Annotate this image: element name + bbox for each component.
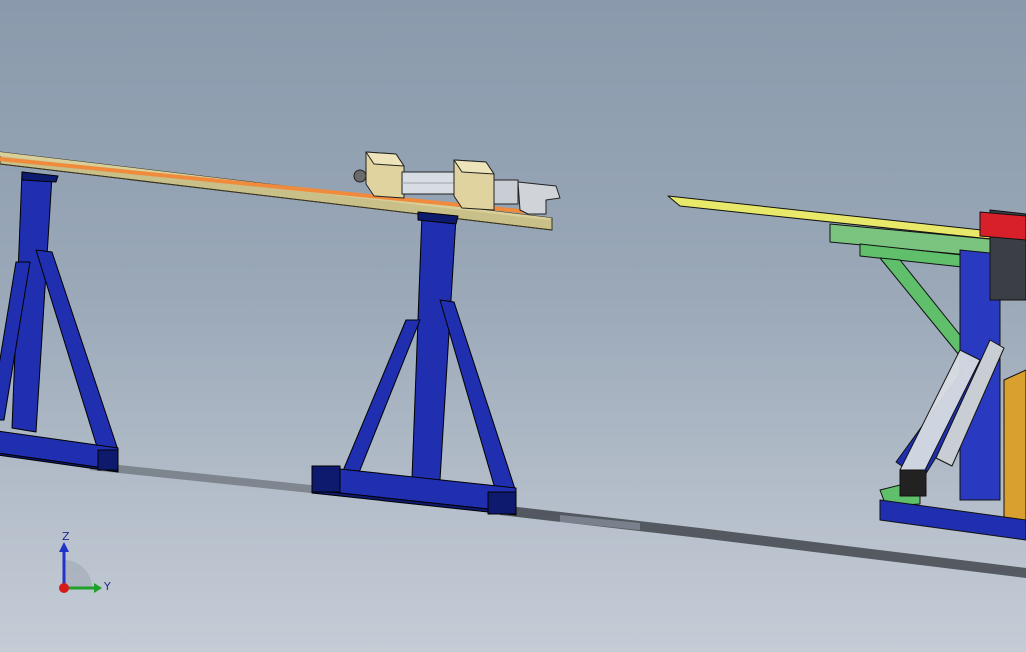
y-axis-label: Y (104, 580, 111, 593)
z-axis-arrowhead (59, 542, 69, 552)
x-axis-origin-icon (59, 583, 69, 593)
assembly-model-view[interactable] (0, 0, 1026, 652)
bending-machine-frame[interactable] (667, 195, 1026, 541)
triad-axes (59, 542, 102, 593)
graphics-viewport[interactable]: Z Y (0, 0, 1026, 652)
support-stand-middle[interactable] (311, 211, 517, 516)
z-axis-label: Z (62, 530, 70, 543)
coordinate-triad: Z Y (44, 528, 124, 608)
triad-plane-indicator (64, 560, 92, 588)
y-axis-arrowhead (94, 583, 102, 593)
support-stand-left[interactable] (0, 171, 119, 473)
